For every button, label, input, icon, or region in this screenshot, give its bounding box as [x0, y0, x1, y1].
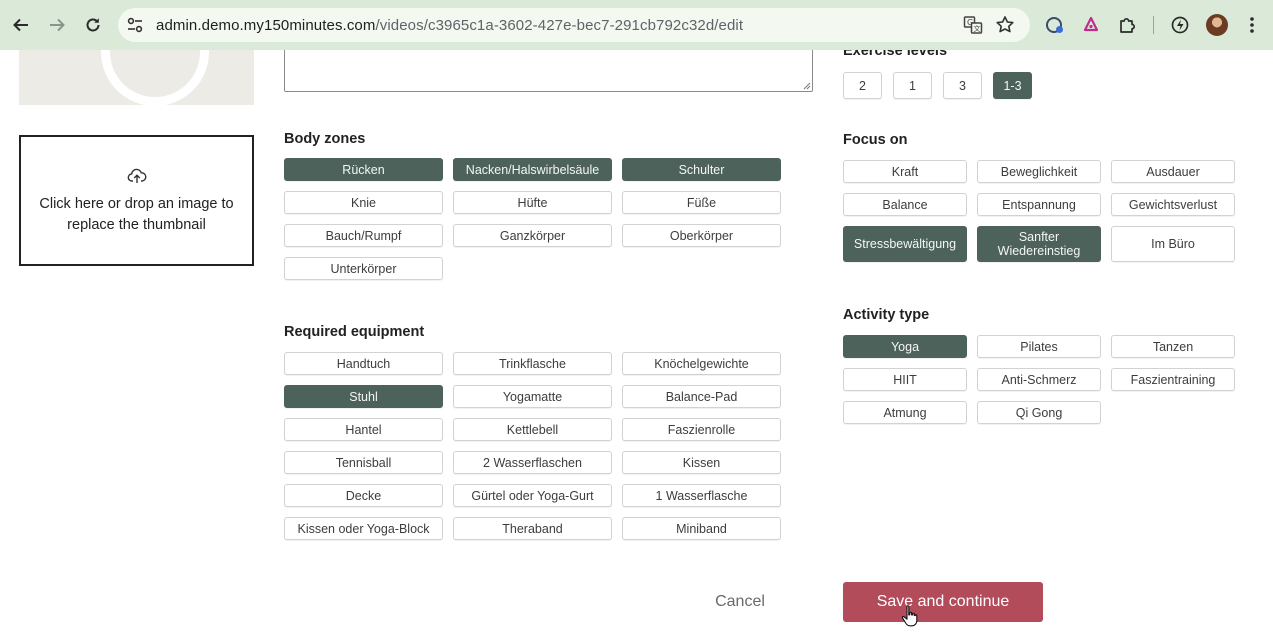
- exercise-levels-title-text: Exercise levels: [843, 50, 948, 59]
- focus-chip[interactable]: Beweglichkeit: [977, 160, 1101, 183]
- equipment-chip[interactable]: 1 Wasserflasche: [622, 484, 781, 507]
- dropzone-text: Click here or drop an image to replace t…: [39, 195, 234, 233]
- level-chip[interactable]: 2: [843, 72, 882, 99]
- body-zone-chip[interactable]: Hüfte: [453, 191, 612, 214]
- equipment-chip[interactable]: Tennisball: [284, 451, 443, 474]
- focus-chip[interactable]: Stressbewältigung: [843, 226, 967, 262]
- equipment-chip[interactable]: Knöchelgewichte: [622, 352, 781, 375]
- equipment-chip[interactable]: Kissen oder Yoga-Block: [284, 517, 443, 540]
- level-chip[interactable]: 3: [943, 72, 982, 99]
- required-equipment-group: Handtuch Trinkflasche Knöchelgewichte St…: [284, 352, 781, 540]
- equipment-chip[interactable]: Handtuch: [284, 352, 443, 375]
- extension-logo-icon[interactable]: [1080, 14, 1102, 36]
- video-thumbnail[interactable]: [19, 50, 254, 105]
- equipment-chip[interactable]: Miniband: [622, 517, 781, 540]
- body-zone-chip[interactable]: Nacken/Halswirbelsäule: [453, 158, 612, 181]
- back-arrow-icon[interactable]: [9, 13, 33, 37]
- body-zone-chip[interactable]: Rücken: [284, 158, 443, 181]
- password-manager-icon[interactable]: [1044, 14, 1066, 36]
- body-zone-chip[interactable]: Oberkörper: [622, 224, 781, 247]
- activity-chip[interactable]: Pilates: [977, 335, 1101, 358]
- resize-grip-icon[interactable]: [802, 81, 811, 90]
- focus-on-group: Kraft Beweglichkeit Ausdauer Balance Ent…: [843, 160, 1235, 262]
- extensions-puzzle-icon[interactable]: [1116, 14, 1138, 36]
- toolbar-separator: [1153, 16, 1154, 34]
- url-host: admin.demo.my150minutes.com: [156, 17, 376, 34]
- body-zone-chip[interactable]: Unterkörper: [284, 257, 443, 280]
- svg-text:文: 文: [974, 24, 981, 33]
- equipment-chip[interactable]: Kissen: [622, 451, 781, 474]
- body-zones-title: Body zones: [284, 131, 366, 147]
- equipment-chip[interactable]: Yogamatte: [453, 385, 612, 408]
- description-textarea[interactable]: [284, 50, 813, 92]
- activity-chip[interactable]: HIIT: [843, 368, 967, 391]
- browser-toolbar: admin.demo.my150minutes.com/videos/c3965…: [0, 0, 1273, 50]
- bookmark-star-icon[interactable]: [995, 15, 1015, 35]
- exercise-levels-title: Exercise levels: [843, 50, 947, 59]
- equipment-chip[interactable]: 2 Wasserflaschen: [453, 451, 612, 474]
- focus-chip[interactable]: Im Büro: [1111, 226, 1235, 262]
- activity-chip[interactable]: Faszientraining: [1111, 368, 1235, 391]
- thumbnail-dropzone[interactable]: Click here or drop an image to replace t…: [19, 135, 254, 266]
- activity-chip[interactable]: Anti-Schmerz: [977, 368, 1101, 391]
- reload-icon[interactable]: [81, 13, 105, 37]
- forward-arrow-icon[interactable]: [45, 13, 69, 37]
- body-zone-chip[interactable]: Ganzkörper: [453, 224, 612, 247]
- equipment-chip[interactable]: Gürtel oder Yoga-Gurt: [453, 484, 612, 507]
- performance-icon[interactable]: [1169, 14, 1191, 36]
- save-and-continue-button[interactable]: Save and continue: [843, 582, 1043, 622]
- translate-icon[interactable]: G文: [963, 15, 983, 35]
- body-zones-group: Rücken Nacken/Halswirbelsäule Schulter K…: [284, 158, 781, 280]
- focus-on-title: Focus on: [843, 132, 908, 148]
- equipment-chip[interactable]: Decke: [284, 484, 443, 507]
- activity-chip[interactable]: Yoga: [843, 335, 967, 358]
- exercise-levels-group: 2 1 3 1-3: [843, 72, 1032, 99]
- body-zone-chip[interactable]: Schulter: [622, 158, 781, 181]
- level-chip[interactable]: 1: [893, 72, 932, 99]
- activity-chip[interactable]: Atmung: [843, 401, 967, 424]
- focus-chip[interactable]: Balance: [843, 193, 967, 216]
- address-bar[interactable]: admin.demo.my150minutes.com/videos/c3965…: [118, 8, 1030, 42]
- activity-chip[interactable]: Tanzen: [1111, 335, 1235, 358]
- required-equipment-title: Required equipment: [284, 324, 425, 340]
- more-menu-icon[interactable]: [1241, 14, 1263, 36]
- url-text[interactable]: admin.demo.my150minutes.com/videos/c3965…: [156, 17, 743, 34]
- activity-type-group: Yoga Pilates Tanzen HIIT Anti-Schmerz Fa…: [843, 335, 1235, 424]
- url-path: /videos/c3965c1a-3602-427e-bec7-291cb792…: [375, 17, 744, 34]
- activity-chip[interactable]: Qi Gong: [977, 401, 1101, 424]
- cancel-button[interactable]: Cancel: [700, 590, 780, 614]
- body-zone-chip[interactable]: Bauch/Rumpf: [284, 224, 443, 247]
- cloud-upload-icon: [127, 168, 146, 183]
- focus-chip[interactable]: Gewichtsverlust: [1111, 193, 1235, 216]
- equipment-chip[interactable]: Faszienrolle: [622, 418, 781, 441]
- profile-avatar[interactable]: [1206, 14, 1228, 36]
- focus-chip[interactable]: Entspannung: [977, 193, 1101, 216]
- equipment-chip[interactable]: Balance-Pad: [622, 385, 781, 408]
- focus-chip[interactable]: Kraft: [843, 160, 967, 183]
- site-settings-icon[interactable]: [126, 16, 144, 34]
- level-chip[interactable]: 1-3: [993, 72, 1032, 99]
- equipment-chip[interactable]: Hantel: [284, 418, 443, 441]
- equipment-chip[interactable]: Theraband: [453, 517, 612, 540]
- equipment-chip[interactable]: Stuhl: [284, 385, 443, 408]
- focus-chip[interactable]: Sanfter Wiedereinstieg: [977, 226, 1101, 262]
- activity-type-title: Activity type: [843, 307, 930, 323]
- play-icon: [101, 50, 209, 105]
- body-zone-chip[interactable]: Knie: [284, 191, 443, 214]
- equipment-chip[interactable]: Trinkflasche: [453, 352, 612, 375]
- body-zone-chip[interactable]: Füße: [622, 191, 781, 214]
- equipment-chip[interactable]: Kettlebell: [453, 418, 612, 441]
- focus-chip[interactable]: Ausdauer: [1111, 160, 1235, 183]
- hand-cursor-icon: [901, 605, 918, 627]
